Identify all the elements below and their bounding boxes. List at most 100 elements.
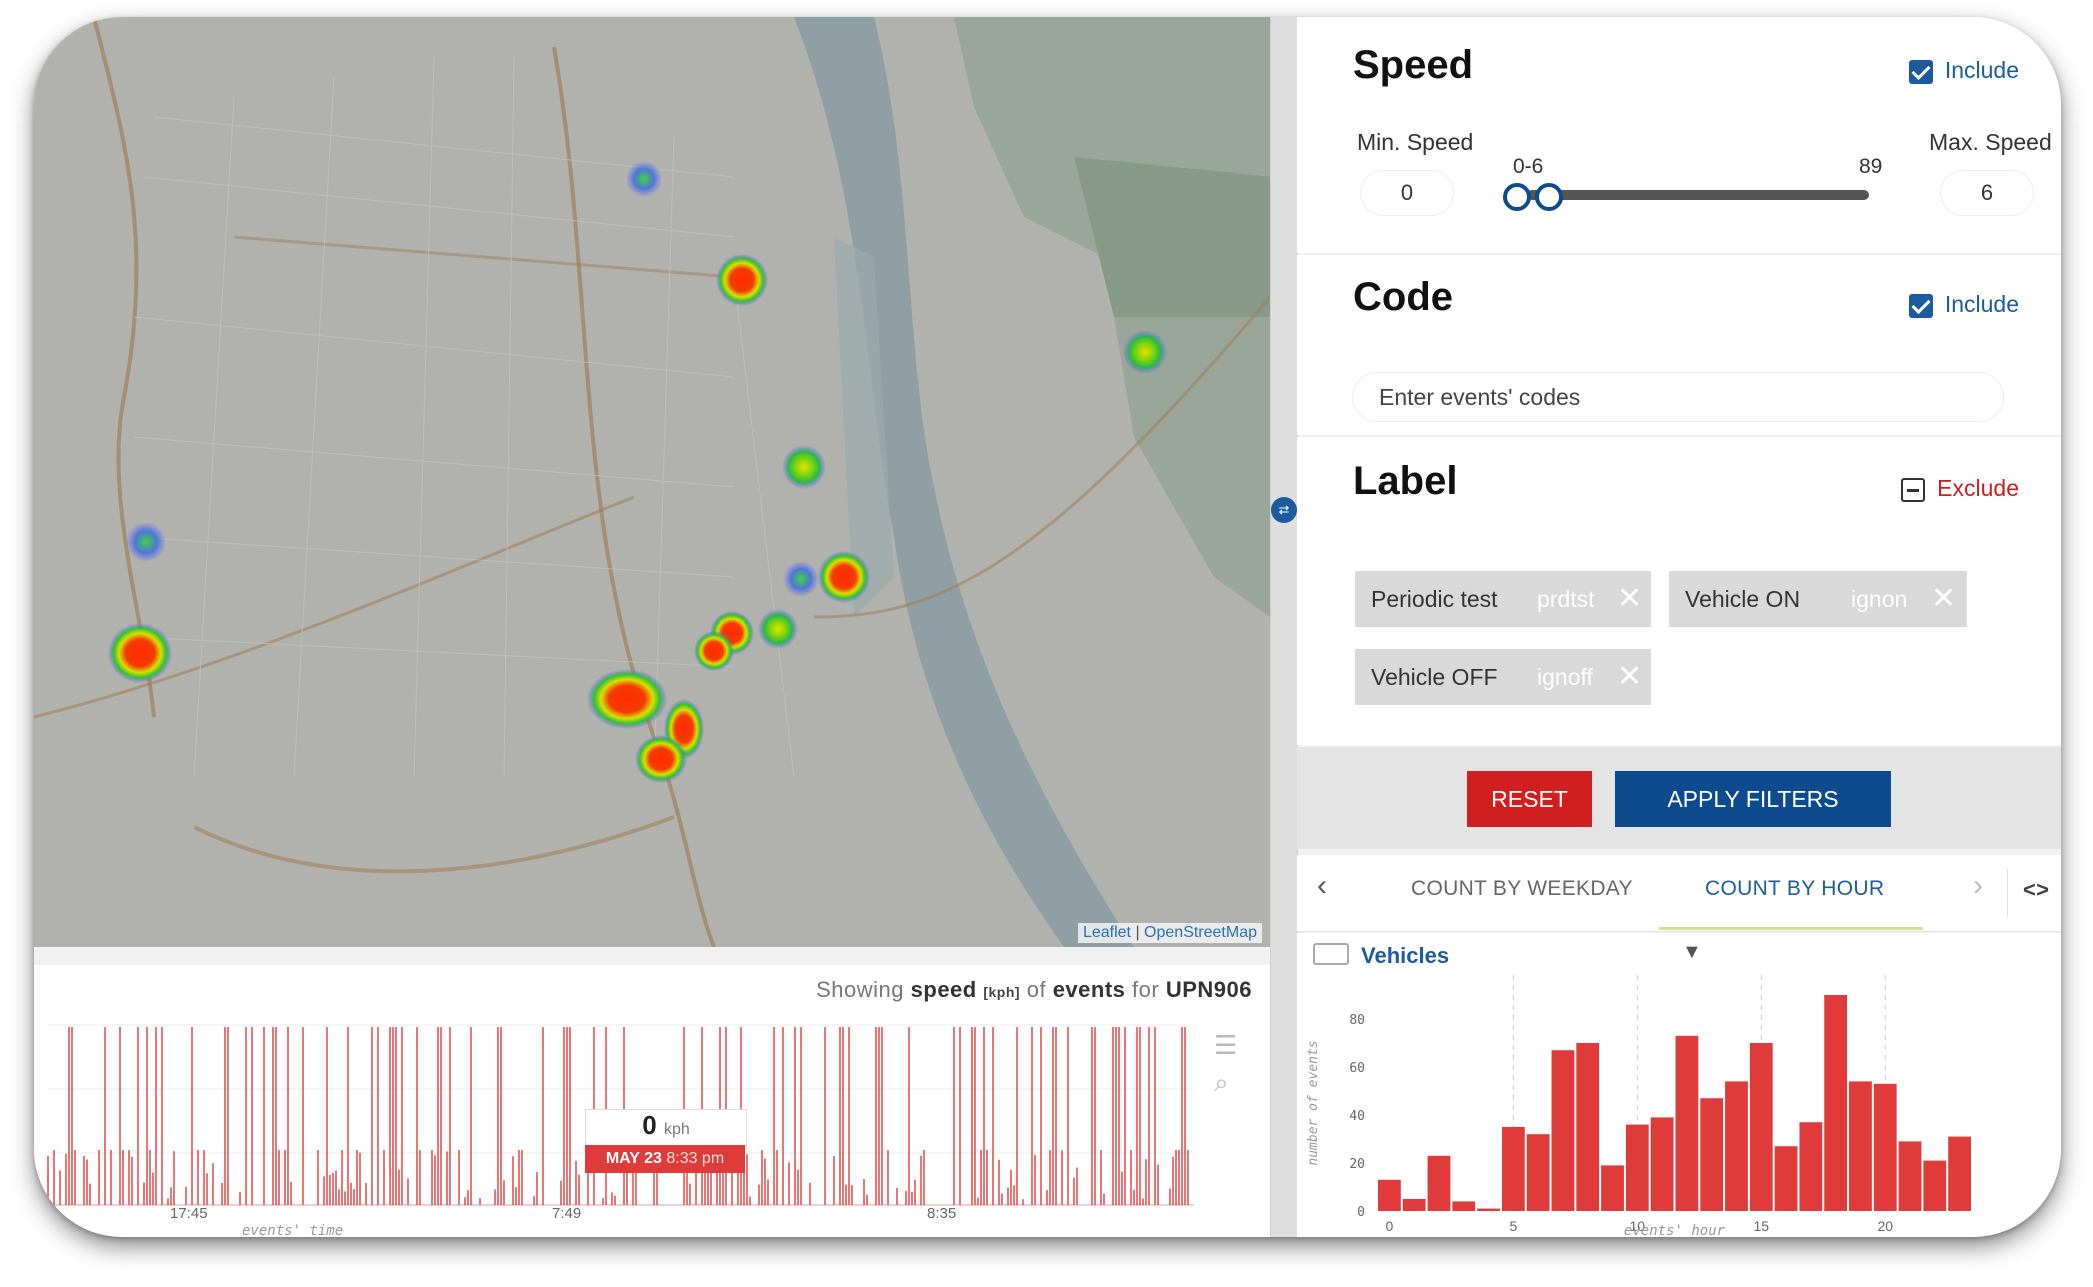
reset-button[interactable]: RESET bbox=[1467, 771, 1592, 827]
max-speed-label: Max. Speed bbox=[1929, 129, 2052, 155]
label-chip: Vehicle OFF ignoff ✕ bbox=[1355, 649, 1651, 705]
hour-bar[interactable] bbox=[1501, 1127, 1525, 1211]
label-title: Label bbox=[1353, 459, 1458, 503]
label-exclude-toggle[interactable]: Exclude bbox=[1901, 475, 2019, 502]
code-include-checkbox[interactable] bbox=[1908, 293, 1933, 318]
x-tick-label: 0 bbox=[1385, 1218, 1393, 1234]
hour-bar[interactable] bbox=[1650, 1117, 1674, 1211]
hour-bar[interactable] bbox=[1625, 1124, 1649, 1211]
hour-bar[interactable] bbox=[1526, 1134, 1550, 1211]
speed-include-label: Include bbox=[1944, 57, 2019, 83]
chip-remove-icon[interactable]: ✕ bbox=[1617, 649, 1642, 705]
leaflet-link[interactable]: Leaflet bbox=[1083, 924, 1131, 941]
x-axis-label: events' hour bbox=[1624, 1223, 1726, 1237]
speed-title: Speed bbox=[1353, 43, 1474, 87]
tab-next-icon[interactable]: › bbox=[1973, 869, 1983, 903]
y-tick-label: 20 bbox=[1349, 1157, 1365, 1172]
hour-bar[interactable] bbox=[1725, 1081, 1748, 1211]
hour-bar[interactable] bbox=[1427, 1155, 1451, 1211]
hour-bar[interactable] bbox=[1824, 995, 1848, 1211]
speed-slider-max-handle[interactable] bbox=[1535, 183, 1563, 211]
hour-bar[interactable] bbox=[1551, 1050, 1575, 1211]
chart-tabs: ‹ COUNT BY WEEKDAY COUNT BY HOUR › <> bbox=[1297, 855, 2061, 932]
chip-code: ignoff bbox=[1537, 664, 1593, 690]
hour-bar[interactable] bbox=[1601, 1165, 1624, 1211]
speed-filter-section: Speed Include Min. Speed 0 0-6 89 Max. S… bbox=[1297, 17, 2061, 253]
timeline-x-label: events' time bbox=[242, 1223, 344, 1237]
filter-buttons-bar: RESET APPLY FILTERS bbox=[1297, 747, 2061, 849]
heatmap-map[interactable]: Leaflet | OpenStreetMap bbox=[34, 17, 1270, 947]
count-by-hour-chart: Vehicles ▼ 0 20 40 60 80 0 5 10 15 20 events' hour… bbox=[1297, 933, 2061, 1237]
chip-name: Periodic test bbox=[1371, 586, 1498, 612]
speed-include-checkbox[interactable] bbox=[1908, 59, 1933, 84]
hour-bar[interactable] bbox=[1873, 1083, 1897, 1211]
tooltip-time: 8:33 pm bbox=[666, 1150, 725, 1167]
openstreetmap-link[interactable]: OpenStreetMap bbox=[1144, 924, 1257, 941]
event-codes-input[interactable] bbox=[1353, 373, 2003, 421]
chip-remove-icon[interactable]: ✕ bbox=[1931, 571, 1956, 627]
filters-panel: Speed Include Min. Speed 0 0-6 89 Max. S… bbox=[1297, 17, 2061, 1237]
tooltip-unit: kph bbox=[663, 1121, 690, 1138]
timeline-x-tick: 7:49 bbox=[552, 1205, 582, 1222]
hour-bar[interactable] bbox=[1452, 1201, 1476, 1211]
chip-name: Vehicle OFF bbox=[1371, 664, 1498, 690]
panel-splitter[interactable] bbox=[1270, 17, 1298, 1237]
tooltip-value-box: 0 kph bbox=[585, 1109, 747, 1147]
chip-code: prdtst bbox=[1537, 586, 1595, 612]
chip-code: ignon bbox=[1851, 586, 1908, 612]
hour-bar[interactable] bbox=[1799, 1122, 1823, 1211]
y-tick-label: 0 bbox=[1357, 1205, 1365, 1220]
tab-prev-icon[interactable]: ‹ bbox=[1317, 869, 1327, 903]
x-tick-label: 5 bbox=[1509, 1218, 1517, 1234]
map-canvas[interactable] bbox=[34, 17, 1270, 947]
speed-include-toggle[interactable]: Include bbox=[1908, 57, 2019, 84]
hour-bar[interactable] bbox=[1774, 1146, 1798, 1211]
hour-bar-chart: 0204060800 5 10 15 20events' hournumber of e… bbox=[1306, 975, 1971, 1237]
code-toggle-icon[interactable]: <> bbox=[2023, 877, 2049, 903]
timeline-tools: ☰ ⌕ bbox=[1214, 1030, 1237, 1099]
hour-bar[interactable] bbox=[1849, 1081, 1872, 1211]
active-tab-indicator bbox=[1659, 927, 1923, 930]
tooltip-value: 0 bbox=[642, 1110, 657, 1140]
splitter-handle-icon[interactable]: ⇄ bbox=[1271, 497, 1297, 523]
hour-bar[interactable] bbox=[1898, 1141, 1922, 1211]
hour-bar[interactable] bbox=[1477, 1208, 1500, 1211]
label-exclude-label: Exclude bbox=[1937, 475, 2019, 501]
hour-bar[interactable] bbox=[1948, 1136, 1971, 1211]
tooltip-date-box: MAY 23 8:33 pm bbox=[585, 1145, 745, 1173]
speed-slider-min-handle[interactable] bbox=[1503, 183, 1531, 211]
min-speed-input[interactable]: 0 bbox=[1361, 171, 1453, 215]
tab-count-by-hour[interactable]: COUNT BY HOUR bbox=[1705, 877, 1884, 901]
timeline-menu-icon[interactable]: ☰ bbox=[1214, 1030, 1237, 1061]
speed-range-label: 0-6 bbox=[1513, 155, 1544, 178]
hour-bar[interactable] bbox=[1749, 1043, 1773, 1211]
attribution-separator: | bbox=[1135, 924, 1140, 941]
x-tick-label: 15 bbox=[1753, 1218, 1769, 1234]
hour-bar[interactable] bbox=[1923, 1160, 1947, 1211]
tab-count-by-weekday[interactable]: COUNT BY WEEKDAY bbox=[1411, 877, 1633, 901]
y-tick-label: 80 bbox=[1349, 1013, 1365, 1028]
x-tick-label: 20 bbox=[1877, 1218, 1893, 1234]
hour-bar[interactable] bbox=[1402, 1199, 1426, 1211]
min-speed-label: Min. Speed bbox=[1357, 129, 1474, 155]
hour-bar[interactable] bbox=[1576, 1043, 1600, 1211]
hour-bar[interactable] bbox=[1700, 1098, 1724, 1211]
timeline-zoom-icon[interactable]: ⌕ bbox=[1214, 1067, 1237, 1099]
timeline-bars[interactable] bbox=[34, 965, 1270, 1237]
speed-timeline-chart[interactable]: Showing speed [kph] of events for UPN906… bbox=[34, 965, 1270, 1237]
label-exclude-checkbox[interactable] bbox=[1901, 477, 1926, 502]
y-tick-label: 60 bbox=[1349, 1061, 1365, 1076]
speed-slider-track[interactable] bbox=[1527, 190, 1869, 200]
speed-range-max: 89 bbox=[1859, 155, 1883, 178]
code-include-label: Include bbox=[1944, 291, 2019, 317]
hour-bar[interactable] bbox=[1378, 1179, 1401, 1211]
code-include-toggle[interactable]: Include bbox=[1908, 291, 2019, 318]
hour-bar[interactable] bbox=[1675, 1035, 1699, 1211]
max-speed-input[interactable]: 6 bbox=[1941, 171, 2033, 215]
y-tick-label: 40 bbox=[1349, 1109, 1365, 1124]
map-attribution: Leaflet | OpenStreetMap bbox=[1077, 923, 1262, 943]
label-chip: Vehicle ON ignon ✕ bbox=[1669, 571, 1967, 627]
apply-filters-button[interactable]: APPLY FILTERS bbox=[1615, 771, 1891, 827]
chip-remove-icon[interactable]: ✕ bbox=[1617, 571, 1642, 627]
timeline-x-tick: 17:45 bbox=[170, 1205, 208, 1222]
